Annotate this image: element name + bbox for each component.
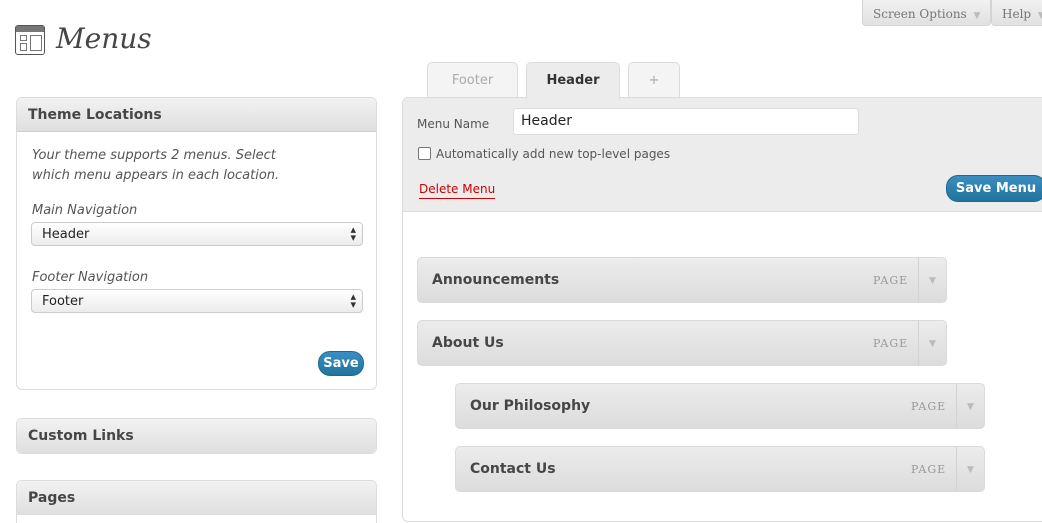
tab-footer[interactable]: Footer <box>427 62 518 98</box>
menu-name-input[interactable]: Header <box>513 108 859 135</box>
select-arrows-icon: ▴ ▾ <box>350 290 356 311</box>
menu-item[interactable]: Our Philosophy PAGE ▼ <box>455 383 985 429</box>
auto-add-pages-label: Automatically add new top-level pages <box>436 147 671 161</box>
select-arrows-icon: ▴ ▾ <box>350 223 356 244</box>
theme-locations-panel: Theme Locations Your theme supports 2 me… <box>16 97 377 390</box>
menus-icon <box>15 25 45 55</box>
menu-editor-header: Menu Name Header Automatically add new t… <box>403 98 1042 212</box>
main-navigation-value: Header <box>42 227 90 242</box>
chevron-down-icon[interactable]: ▼ <box>918 321 946 365</box>
menu-item-type: PAGE <box>911 400 947 413</box>
theme-locations-description: Your theme supports 2 menus. Select whic… <box>32 148 280 183</box>
menu-item[interactable]: Announcements PAGE ▼ <box>417 257 947 303</box>
menu-item-type: PAGE <box>873 337 909 350</box>
screen-options-label: Screen Options <box>873 7 967 21</box>
help-label: Help <box>1002 7 1032 21</box>
save-locations-button[interactable]: Save <box>318 351 364 376</box>
custom-links-panel: Custom Links <box>16 418 377 454</box>
chevron-down-icon: ▼ <box>973 11 981 21</box>
screen-options-button[interactable]: Screen Options ▼ <box>862 0 992 26</box>
help-button[interactable]: Help ▼ <box>991 0 1042 26</box>
chevron-down-icon[interactable]: ▼ <box>956 447 984 491</box>
delete-menu-link[interactable]: Delete Menu <box>419 182 496 199</box>
menu-item-title: Contact Us <box>470 461 556 477</box>
pages-panel: Pages <box>16 480 377 523</box>
menu-editor: Menu Name Header Automatically add new t… <box>402 97 1042 522</box>
chevron-down-icon[interactable]: ▼ <box>956 384 984 428</box>
menu-item-title: Our Philosophy <box>470 398 591 414</box>
tab-add-menu[interactable]: + <box>628 62 680 98</box>
menu-item[interactable]: Contact Us PAGE ▼ <box>455 446 985 492</box>
main-navigation-select[interactable]: Header ▴ ▾ <box>31 222 363 246</box>
auto-add-pages-checkbox[interactable] <box>418 147 431 160</box>
menu-item-title: About Us <box>432 335 504 351</box>
menu-item-type: PAGE <box>911 463 947 476</box>
footer-navigation-select[interactable]: Footer ▴ ▾ <box>31 289 363 313</box>
footer-navigation-label: Footer Navigation <box>32 270 149 285</box>
menu-item[interactable]: About Us PAGE ▼ <box>417 320 947 366</box>
menu-item-title: Announcements <box>432 272 560 288</box>
page-title: Menus <box>56 22 152 55</box>
chevron-down-icon: ▼ <box>1037 11 1042 21</box>
main-navigation-label: Main Navigation <box>32 203 138 218</box>
save-menu-button[interactable]: Save Menu <box>946 175 1042 202</box>
footer-navigation-value: Footer <box>42 294 84 309</box>
tab-header[interactable]: Header <box>526 62 620 99</box>
menu-item-type: PAGE <box>873 274 909 287</box>
custom-links-title[interactable]: Custom Links <box>17 419 376 453</box>
pages-title[interactable]: Pages <box>17 481 376 515</box>
menu-name-label: Menu Name <box>417 117 490 131</box>
chevron-down-icon[interactable]: ▼ <box>918 258 946 302</box>
theme-locations-title[interactable]: Theme Locations <box>17 98 376 132</box>
